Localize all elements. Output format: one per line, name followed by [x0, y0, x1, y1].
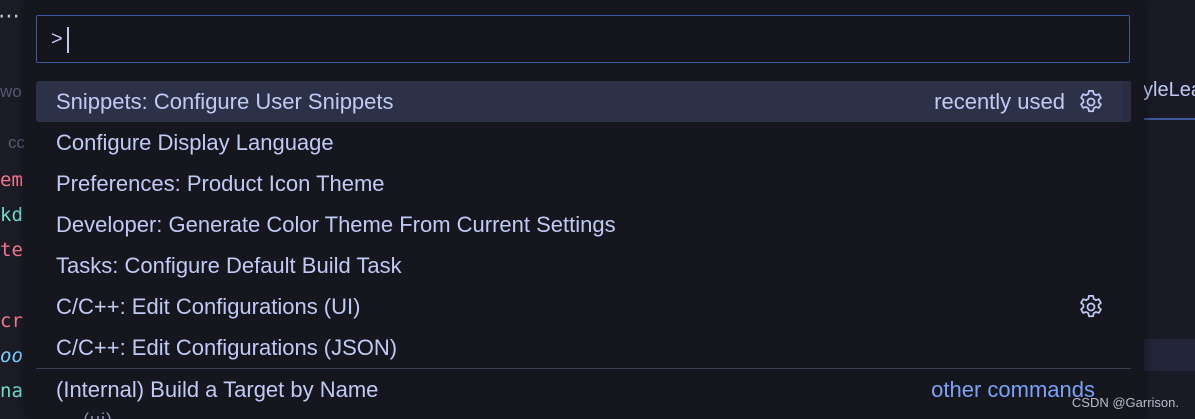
other-commands-link[interactable]: other commands — [931, 369, 1095, 410]
partial-command-item: ··· (ui) ··· — [56, 410, 140, 419]
command-palette-input[interactable]: > — [36, 15, 1130, 63]
text-caret — [67, 27, 69, 53]
editor-fragment: cr — [0, 310, 23, 332]
more-actions-icon[interactable]: ⋯ — [0, 2, 21, 32]
command-item-build-target-by-name[interactable]: (Internal) Build a Target by Name other … — [36, 368, 1131, 409]
editor-fragment: kd — [0, 204, 23, 226]
editor-fragment: cc — [8, 133, 25, 152]
editor-highlight-row — [1140, 339, 1195, 371]
vscode-window: ⋯ wo cc em kd te cr oo na yleLea > Snipp… — [0, 0, 1195, 419]
command-item-label: C/C++: Edit Configurations (UI) — [56, 294, 361, 319]
command-item-label: Preferences: Product Icon Theme — [56, 171, 385, 196]
editor-tab-label: yleLea — [1143, 79, 1195, 101]
command-palette: > Snippets: Configure User Snippets rece… — [26, 0, 1144, 419]
command-item-configure-user-snippets[interactable]: Snippets: Configure User Snippets recent… — [36, 81, 1131, 122]
command-item-label: Configure Display Language — [56, 130, 334, 155]
editor-fragment: oo — [0, 345, 23, 367]
command-item-configure-default-build-task[interactable]: Tasks: Configure Default Build Task — [36, 245, 1131, 286]
command-item-cpp-edit-configurations-json[interactable]: C/C++: Edit Configurations (JSON) — [36, 327, 1131, 368]
command-item-label: (Internal) Build a Target by Name — [56, 377, 379, 402]
editor-fragment: em — [0, 169, 23, 191]
command-list: Snippets: Configure User Snippets recent… — [36, 81, 1131, 409]
recently-used-label: recently used — [934, 89, 1065, 114]
watermark: CSDN @Garrison. — [1071, 395, 1179, 410]
command-item-product-icon-theme[interactable]: Preferences: Product Icon Theme — [36, 163, 1131, 204]
command-item-label: C/C++: Edit Configurations (JSON) — [56, 335, 398, 360]
gear-icon[interactable] — [1077, 88, 1105, 116]
command-input-value: > — [51, 28, 63, 50]
command-item-configure-display-language[interactable]: Configure Display Language — [36, 122, 1131, 163]
command-list-scrollbar[interactable] — [1123, 81, 1131, 121]
editor-fragment: na — [0, 380, 23, 402]
command-item-cpp-edit-configurations-ui[interactable]: C/C++: Edit Configurations (UI) — [36, 286, 1131, 327]
command-item-label: Tasks: Configure Default Build Task — [56, 253, 402, 278]
gear-icon[interactable] — [1077, 293, 1105, 321]
editor-fragment: te — [0, 239, 23, 261]
command-item-label: Snippets: Configure User Snippets — [56, 89, 394, 114]
command-item-generate-color-theme[interactable]: Developer: Generate Color Theme From Cur… — [36, 204, 1131, 245]
editor-fragment: wo — [0, 82, 22, 101]
command-item-label: Developer: Generate Color Theme From Cur… — [56, 212, 616, 237]
